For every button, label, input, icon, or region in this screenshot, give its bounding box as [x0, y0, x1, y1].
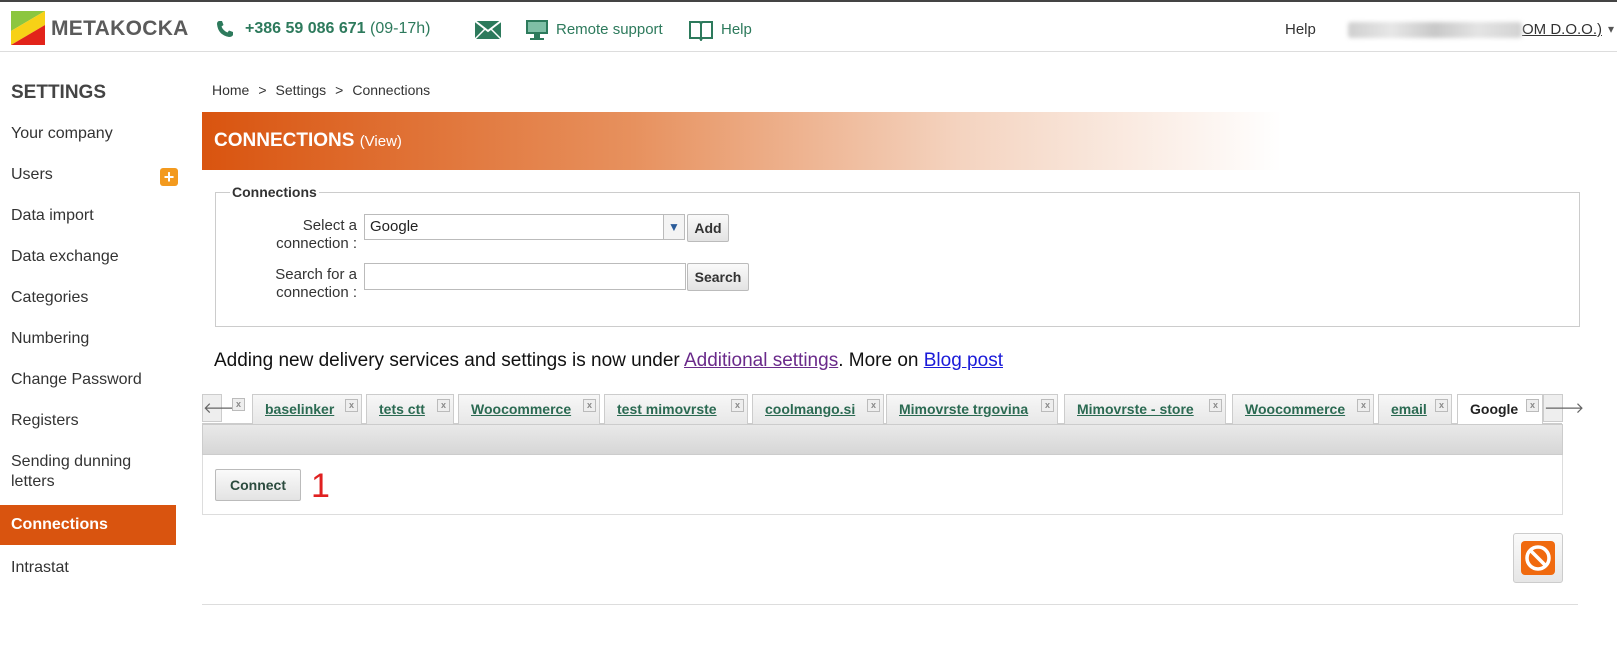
metakocka-logo-icon — [11, 11, 45, 45]
cancel-button[interactable] — [1513, 533, 1563, 583]
close-icon[interactable]: x — [1357, 399, 1370, 412]
page-title: CONNECTIONS (View) — [214, 130, 402, 152]
info-text-2: . More on — [838, 350, 924, 371]
page-header-banner: CONNECTIONS (View) — [202, 112, 1282, 170]
mail-icon[interactable] — [475, 21, 501, 39]
top-bar: METAKOCKA +386 59 086 671 (09-17h) Remot… — [0, 0, 1617, 52]
sidebar-item-data-import[interactable]: Data import — [0, 206, 176, 226]
monitor-icon — [526, 20, 548, 40]
add-user-icon[interactable]: + — [160, 168, 178, 186]
tab-label: Mimovrste trgovina — [899, 401, 1029, 417]
tab-test-mimovrste[interactable]: test mimovrste x — [604, 394, 748, 424]
sidebar-item-data-exchange[interactable]: Data exchange — [0, 247, 176, 267]
tab-label: Google — [1470, 401, 1519, 417]
step-marker: 1 — [311, 467, 330, 505]
tab-label: coolmango.si — [765, 401, 856, 417]
select-connection-label-line1: Select a — [302, 217, 357, 234]
sidebar-item-change-password[interactable]: Change Password — [0, 370, 176, 390]
account-menu[interactable]: OM D.O.O.) — [1348, 21, 1602, 39]
tab-email[interactable]: email x — [1378, 394, 1452, 424]
phone-hours: (09-17h) — [370, 20, 431, 37]
page-title-text: CONNECTIONS — [214, 130, 355, 151]
help-link[interactable]: Help — [721, 21, 752, 38]
close-icon[interactable]: x — [731, 399, 744, 412]
connect-button[interactable]: Connect — [215, 469, 301, 501]
tab-label: baselinker — [265, 401, 335, 417]
help-menu[interactable]: Help — [1285, 21, 1316, 38]
tab-mimovrste-store[interactable]: Mimovrste - store x — [1064, 394, 1226, 424]
chevron-down-icon[interactable]: ▼ — [663, 214, 685, 240]
sidebar-item-categories[interactable]: Categories — [0, 288, 176, 308]
breadcrumb: Home > Settings > Connections — [212, 82, 430, 98]
breadcrumb-separator: > — [335, 82, 344, 98]
tab-woocommerce-2[interactable]: Woocommerce x — [1232, 394, 1374, 424]
tab-woocommerce[interactable]: Woocommerce x — [458, 394, 600, 424]
close-icon[interactable]: x — [1209, 399, 1222, 412]
book-icon — [689, 21, 713, 41]
breadcrumb-home[interactable]: Home — [212, 82, 249, 98]
search-connection-label-line2: connection : — [276, 284, 357, 301]
tab-google[interactable]: Google x — [1457, 394, 1543, 425]
account-name-redacted — [1348, 22, 1522, 39]
close-icon[interactable]: x — [232, 398, 245, 411]
close-icon[interactable]: x — [437, 399, 450, 412]
sidebar-item-your-company[interactable]: Your company — [0, 124, 176, 144]
close-icon[interactable]: x — [1435, 399, 1448, 412]
select-connection-label: Select a connection : — [247, 217, 357, 253]
phone-number-text: +386 59 086 671 — [245, 20, 366, 37]
breadcrumb-settings[interactable]: Settings — [276, 82, 327, 98]
sidebar-item-connections[interactable]: Connections — [0, 505, 176, 545]
fieldset-legend: Connections — [230, 184, 319, 200]
search-button[interactable]: Search — [687, 263, 749, 291]
sidebar-title: SETTINGS — [11, 82, 107, 103]
close-icon[interactable]: x — [583, 399, 596, 412]
add-button[interactable]: Add — [687, 214, 729, 242]
tab-label: Mimovrste - store — [1077, 401, 1194, 417]
sidebar-item-numbering[interactable]: Numbering — [0, 329, 176, 349]
tab-tets-ctt[interactable]: tets ctt x — [366, 394, 454, 424]
footer-divider — [202, 604, 1578, 605]
close-icon[interactable]: x — [1526, 399, 1539, 412]
tab-label: Woocommerce — [1245, 401, 1346, 417]
info-message: Adding new delivery services and setting… — [214, 350, 1003, 372]
close-icon[interactable]: x — [867, 399, 880, 412]
remote-support-link[interactable]: Remote support — [556, 21, 663, 38]
tab-coolmango[interactable]: coolmango.si x — [752, 394, 884, 424]
breadcrumb-connections[interactable]: Connections — [352, 82, 430, 98]
tab-label: test mimovrste — [617, 401, 717, 417]
tab-label: tets ctt — [379, 401, 425, 417]
phone-number: +386 59 086 671 (09-17h) — [245, 20, 431, 38]
select-connection-label-line2: connection : — [276, 235, 357, 252]
search-connection-input[interactable] — [364, 263, 686, 290]
close-icon[interactable]: x — [1041, 399, 1054, 412]
account-name-suffix: OM D.O.O.) — [1522, 21, 1602, 38]
view-link[interactable]: (View) — [360, 133, 402, 150]
tab-scroll-right-icon[interactable]: 🡒 — [1543, 394, 1584, 422]
connection-select[interactable]: Google — [364, 214, 684, 240]
sidebar-item-users[interactable]: Users — [0, 165, 176, 185]
tab-scroll-left-icon[interactable]: 🡐 — [202, 394, 243, 422]
tab-content-panel — [202, 455, 1563, 515]
sidebar-item-intrastat[interactable]: Intrastat — [0, 558, 176, 578]
tab-label: Woocommerce — [471, 401, 572, 417]
close-icon[interactable]: x — [345, 399, 358, 412]
blog-post-link[interactable]: Blog post — [924, 350, 1003, 371]
tab-label: email — [1391, 401, 1427, 417]
info-text-1: Adding new delivery services and setting… — [214, 350, 684, 371]
sidebar-item-registers[interactable]: Registers — [0, 411, 176, 431]
tab-toolbar — [202, 424, 1563, 455]
tab-baselinker[interactable]: baselinker x — [252, 394, 362, 424]
search-connection-label: Search for a connection : — [247, 266, 357, 302]
chevron-down-icon[interactable]: ▾ — [1608, 22, 1614, 36]
breadcrumb-separator: > — [258, 82, 267, 98]
sidebar-item-sending-dunning-letters[interactable]: Sending dunning letters — [0, 452, 160, 492]
phone-icon — [217, 21, 233, 37]
brand-name[interactable]: METAKOCKA — [51, 17, 189, 41]
connections-fieldset — [215, 192, 1580, 327]
tab-mimovrste-trgovina[interactable]: Mimovrste trgovina x — [886, 394, 1058, 424]
search-connection-label-line1: Search for a — [275, 266, 357, 283]
additional-settings-link[interactable]: Additional settings — [684, 350, 838, 371]
cancel-icon — [1521, 541, 1555, 575]
